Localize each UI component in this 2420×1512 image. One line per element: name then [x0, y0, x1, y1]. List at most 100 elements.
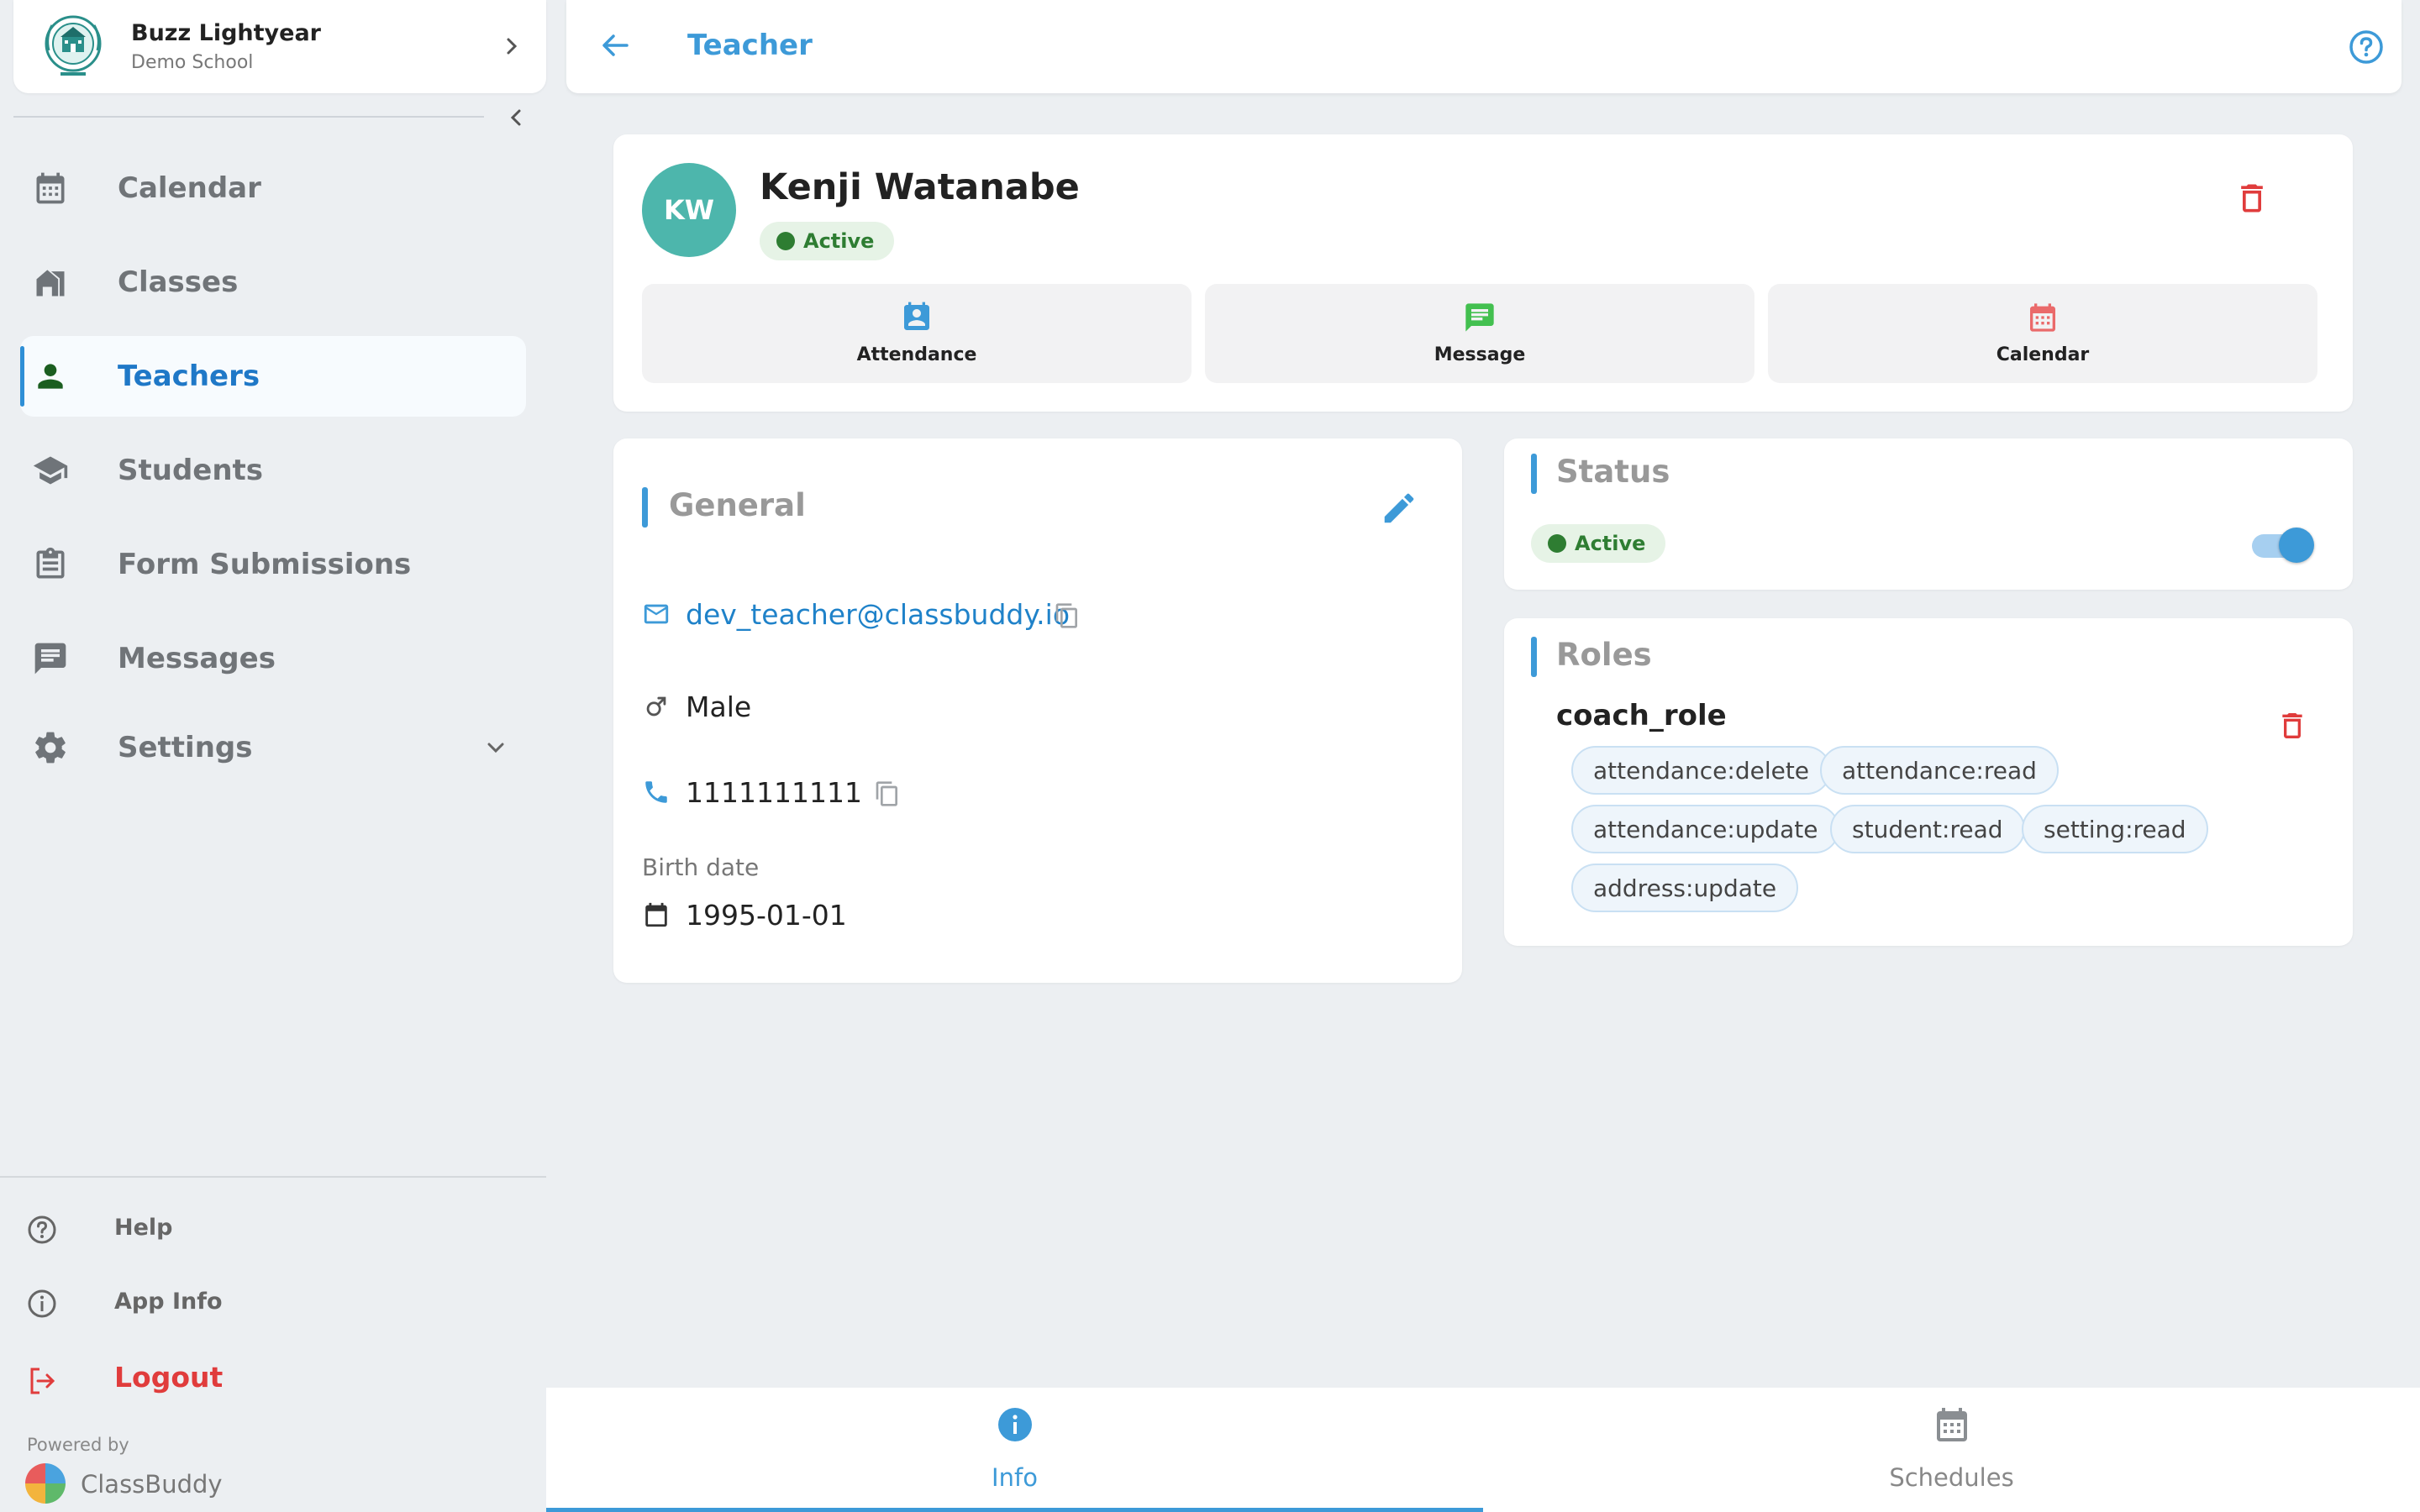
sidebar-item-calendar[interactable]: Calendar — [20, 148, 526, 228]
status-card: Status Active — [1504, 438, 2353, 590]
sidebar-item-settings[interactable]: Settings — [20, 707, 526, 788]
page-header: Teacher — [566, 0, 2402, 93]
school-crest-icon — [45, 15, 102, 76]
avatar: KW — [642, 163, 736, 257]
roles-title: Roles — [1556, 637, 1652, 673]
sidebar-item-label: Students — [118, 454, 264, 487]
status-badge-label: Active — [803, 229, 875, 253]
school-switcher[interactable]: Buzz Lightyear Demo School — [13, 0, 546, 93]
status-title: Status — [1556, 454, 1670, 490]
tab-info[interactable]: Info — [546, 1388, 1483, 1512]
calendar-icon — [1936, 1408, 1967, 1441]
phone-icon — [645, 781, 667, 803]
permission-chip: student:read — [1830, 805, 2025, 853]
tab-schedules[interactable]: Schedules — [1483, 1388, 2420, 1512]
logout-icon — [30, 1368, 55, 1394]
gender-row: Male — [642, 687, 894, 729]
copy-icon[interactable] — [1054, 601, 1081, 630]
info-circle-icon — [28, 1289, 56, 1318]
app-info-label: App Info — [114, 1289, 223, 1315]
permission-chip: setting:read — [2022, 805, 2208, 853]
sidebar-item-label: Settings — [118, 731, 253, 764]
sidebar-item-classes[interactable]: Classes — [20, 242, 526, 323]
calendar-button[interactable]: Calendar — [1768, 284, 2317, 383]
back-arrow-icon[interactable] — [598, 29, 632, 62]
app-info-link[interactable]: App Info — [25, 1277, 496, 1327]
email-link[interactable]: dev_teacher@classbuddy.io — [686, 598, 1070, 631]
birth-date-row: 1995-01-01 — [642, 895, 894, 937]
sidebar-item-label: Classes — [118, 265, 239, 299]
bottom-tab-bar: Info Schedules — [546, 1388, 2420, 1512]
status-toggle[interactable] — [2249, 522, 2316, 564]
general-card: General dev_teacher@classbuddy.io Male 1… — [613, 438, 1462, 983]
gender-value: Male — [686, 690, 752, 723]
powered-by-label: Powered by — [27, 1435, 129, 1455]
delete-teacher-icon[interactable] — [2233, 178, 2270, 218]
permission-chip: address:update — [1571, 864, 1799, 912]
sidebar-item-form-submissions[interactable]: Form Submissions — [20, 524, 526, 605]
help-circle-icon — [28, 1215, 56, 1244]
sidebar-item-messages[interactable]: Messages — [20, 618, 526, 699]
calendar-icon — [2030, 303, 2055, 332]
profile-card: KW Kenji Watanabe Active Attendance Mess… — [613, 134, 2353, 412]
phone-row: 1111111111 — [642, 773, 978, 815]
edit-pencil-icon[interactable] — [1380, 489, 1418, 528]
chevron-right-icon — [507, 38, 518, 55]
phone-value[interactable]: 1111111111 — [686, 776, 862, 809]
birth-date-value: 1995-01-01 — [686, 899, 847, 932]
teacher-name: Kenji Watanabe — [760, 166, 1080, 208]
copy-icon[interactable] — [874, 780, 901, 808]
sidebar-item-label: Teachers — [118, 360, 260, 393]
sidebar-item-label: Messages — [118, 642, 276, 675]
chevron-down-icon — [487, 743, 504, 753]
teacher-person-icon — [38, 364, 63, 389]
section-accent-bar — [1531, 637, 1537, 677]
tab-schedules-label: Schedules — [1889, 1463, 2014, 1492]
school-name: Buzz Lightyear — [131, 20, 321, 46]
message-button[interactable]: Message — [1205, 284, 1754, 383]
attendance-label: Attendance — [856, 344, 977, 365]
help-circle-icon[interactable] — [2348, 29, 2385, 66]
email-icon — [644, 604, 669, 624]
collapse-sidebar-icon[interactable] — [502, 102, 529, 133]
classes-building-icon — [36, 270, 65, 297]
info-icon — [997, 1408, 1032, 1441]
school-subtitle: Demo School — [131, 52, 254, 73]
permission-chip: attendance:update — [1571, 805, 1840, 853]
male-icon — [646, 696, 666, 717]
permission-chip: attendance:read — [1820, 746, 2059, 795]
sidebar-bottom-divider — [0, 1176, 546, 1178]
status-dot-icon — [1548, 534, 1566, 553]
logout-button[interactable]: Logout — [25, 1354, 496, 1404]
classbuddy-brand: ClassBuddy — [25, 1463, 277, 1504]
calendar-icon — [645, 902, 667, 927]
status-badge: Active — [1531, 524, 1666, 563]
message-label: Message — [1434, 344, 1526, 365]
delete-role-icon[interactable] — [2275, 707, 2309, 744]
help-label: Help — [114, 1215, 173, 1241]
status-badge: Active — [760, 222, 895, 260]
general-title: General — [669, 487, 806, 523]
calendar-icon — [36, 172, 65, 204]
attendance-button[interactable]: Attendance — [642, 284, 1192, 383]
birth-date-label: Birth date — [642, 853, 760, 881]
sidebar-item-students[interactable]: Students — [20, 430, 526, 511]
help-link[interactable]: Help — [25, 1203, 496, 1253]
message-icon — [34, 643, 66, 675]
role-name: coach_role — [1556, 699, 1727, 732]
sidebar-item-label: Calendar — [118, 171, 261, 205]
clipboard-icon — [36, 547, 65, 579]
calendar-label: Calendar — [1996, 344, 2090, 365]
tab-info-label: Info — [992, 1463, 1038, 1492]
logout-label: Logout — [114, 1361, 224, 1394]
graduation-cap-icon — [33, 456, 68, 485]
sidebar-item-teachers[interactable]: Teachers — [20, 336, 526, 417]
status-dot-icon — [776, 232, 795, 250]
message-icon — [1465, 303, 1494, 332]
status-badge-label: Active — [1575, 532, 1646, 555]
gear-icon — [35, 732, 66, 764]
sidebar-divider — [13, 116, 484, 118]
toggle-knob — [2279, 528, 2314, 563]
email-row: dev_teacher@classbuddy.io — [642, 595, 1146, 637]
sidebar: Buzz Lightyear Demo School Calendar Clas… — [0, 0, 546, 1512]
